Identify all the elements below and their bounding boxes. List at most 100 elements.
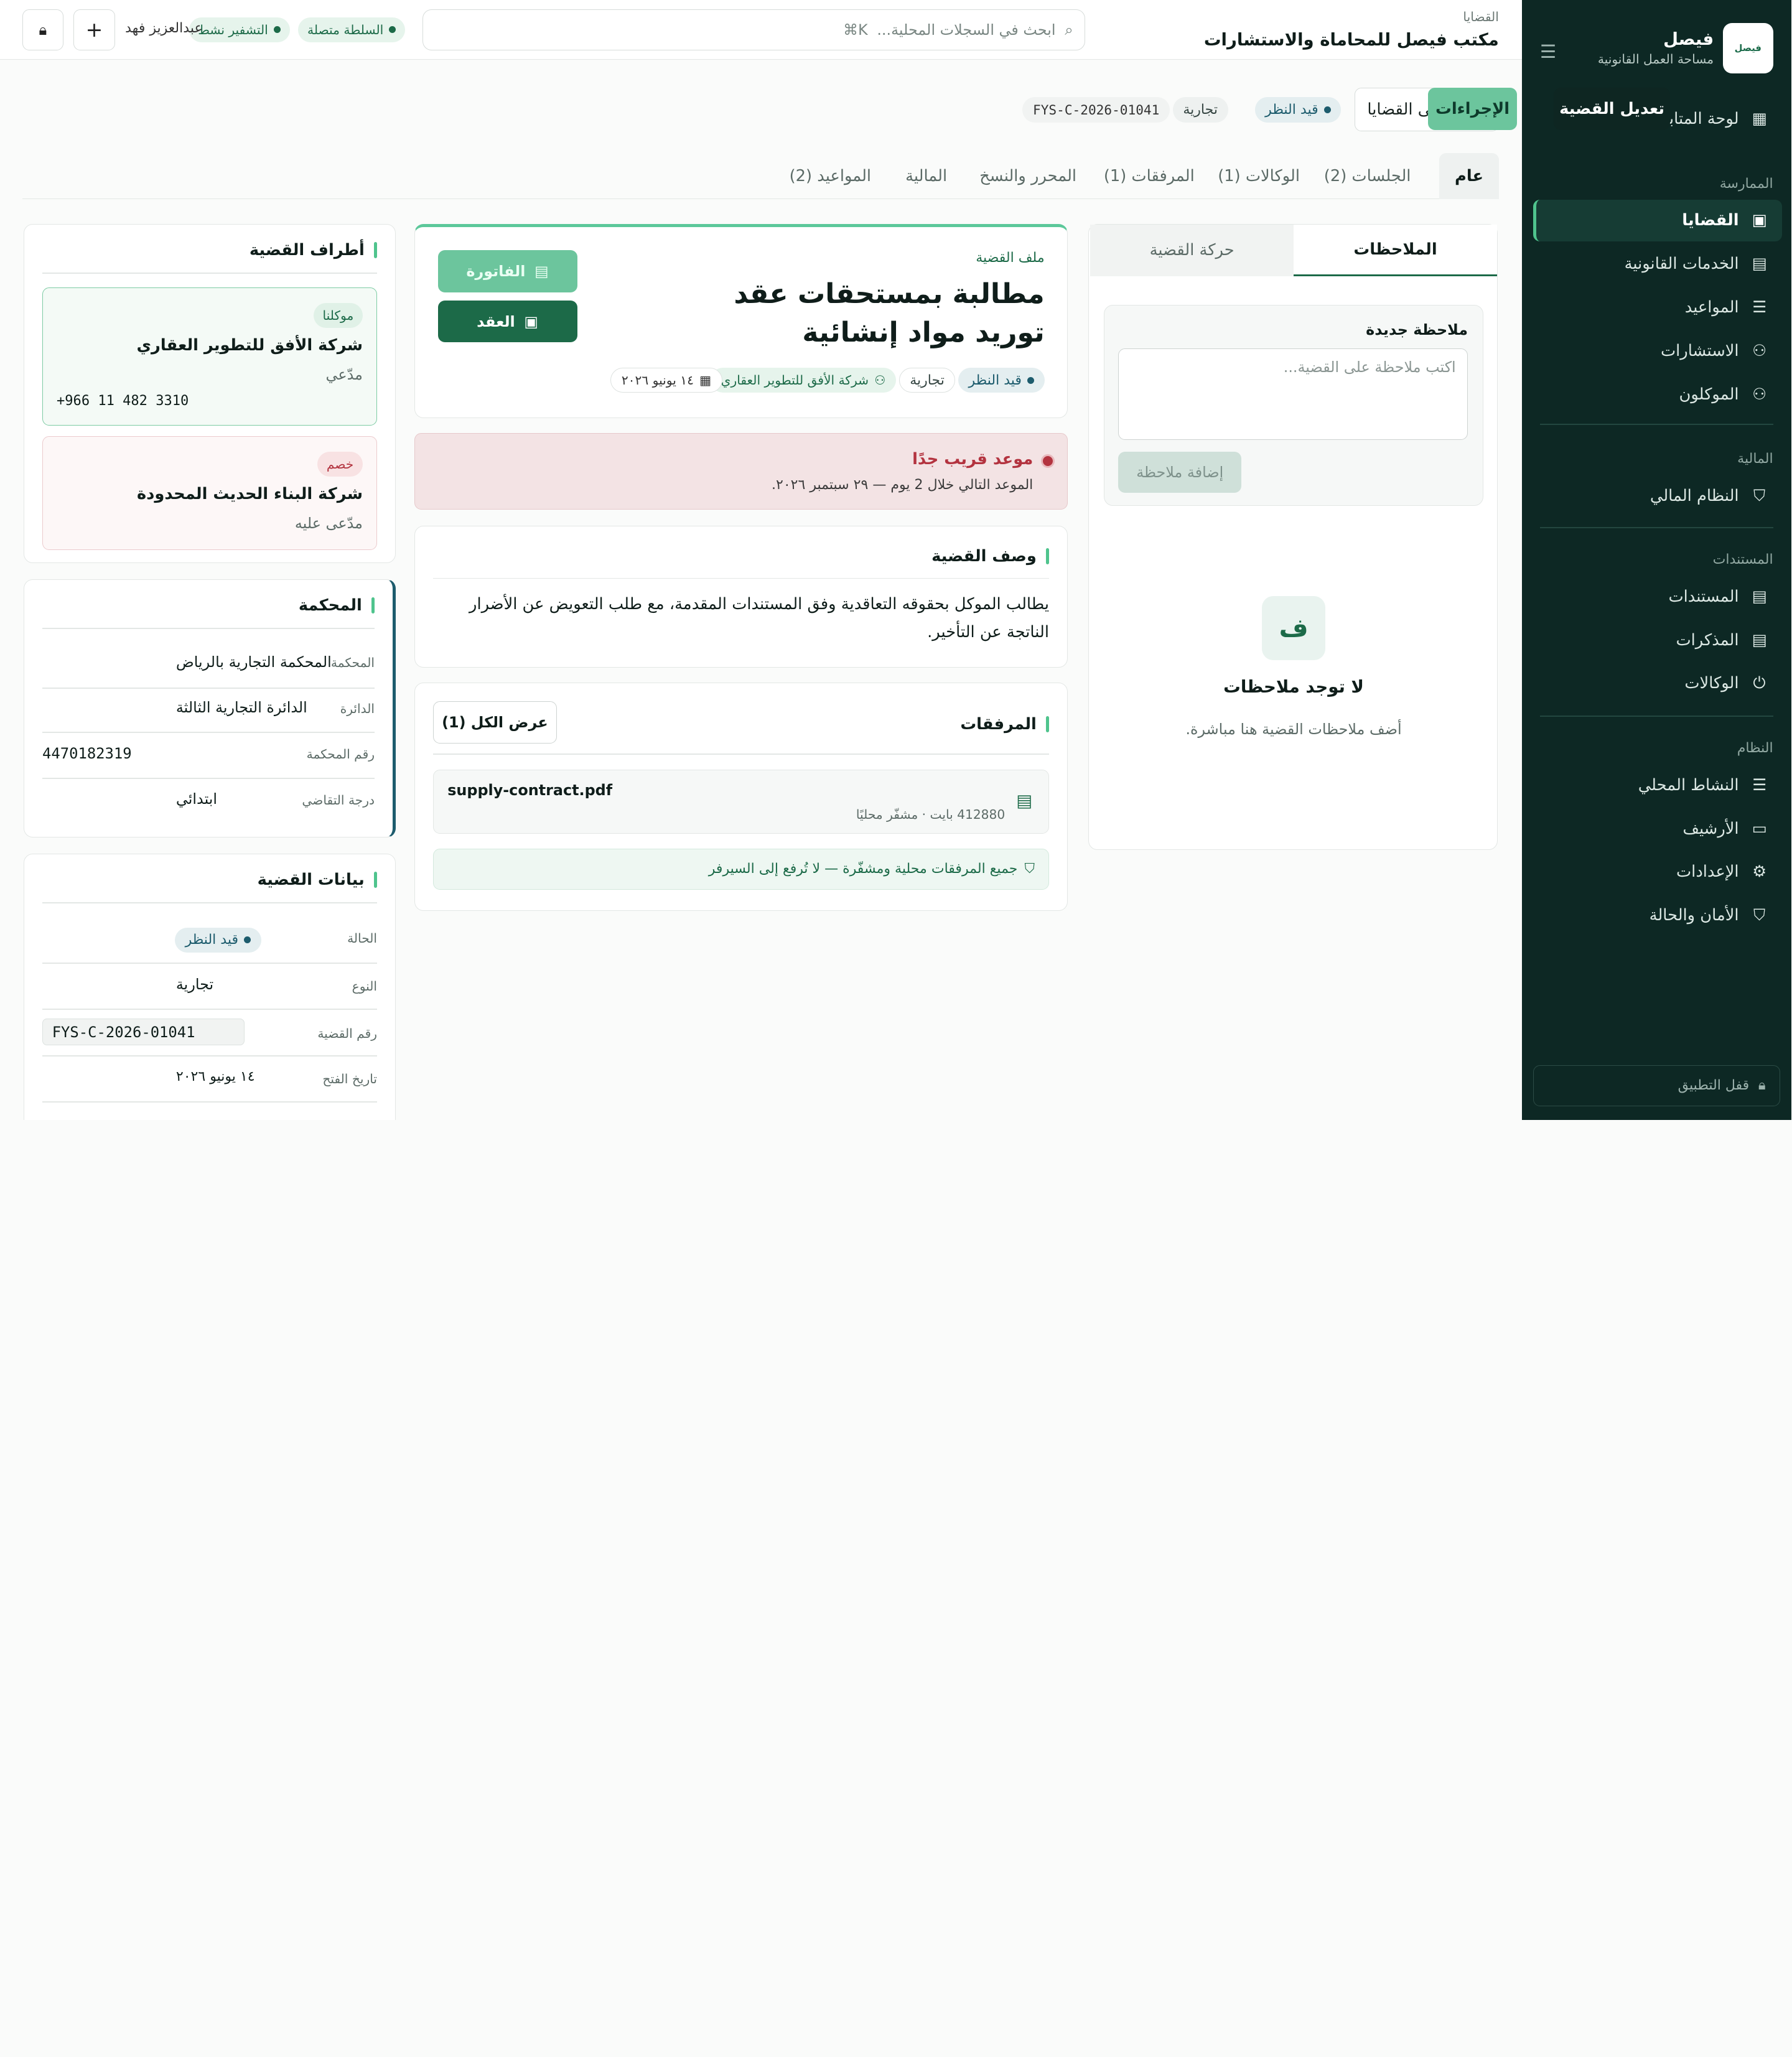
lock-app-button[interactable]: 🔒︎ قفل التطبيق <box>1533 1065 1781 1106</box>
opened-label: تاريخ الفتح <box>323 1071 378 1086</box>
party-name: شركة البناء الحديث المحدودة <box>137 484 363 503</box>
divider <box>43 1101 378 1103</box>
sidebar-item-documents[interactable]: ▤ المستندات <box>1534 576 1783 617</box>
document-icon: ▤ <box>535 262 549 280</box>
client-badge: موكلنا <box>314 302 363 329</box>
tab-general[interactable]: عام <box>1440 153 1500 199</box>
actions-button[interactable]: الإجراءات <box>1428 88 1518 131</box>
add-note-button[interactable]: إضافة ملاحظة <box>1119 451 1243 493</box>
notes-panel: الملاحظات حركة القضية ملاحظة جديدة اكتب … <box>1089 223 1498 851</box>
attachment-item[interactable]: ▤ supply-contract.pdf 412880 بايت · مشفّ… <box>434 770 1050 834</box>
divider <box>434 577 1050 579</box>
party-opponent[interactable]: خصم شركة البناء الحديث المحدودة مدّعى عل… <box>43 436 378 551</box>
court-number-label: رقم المحكمة <box>307 747 375 762</box>
sidebar-item-finance[interactable]: ⛉ النظام المالي <box>1534 475 1783 516</box>
deadline-alert: موعد قريب جدًا الموعد التالي خلال 2 يوم … <box>414 433 1069 510</box>
users-icon: ⚇ <box>1753 341 1768 360</box>
case-tabs: عام الجلسات (2) الوكالات (1) المرفقات (1… <box>22 153 1500 199</box>
case-status-label: قيد النظر <box>969 372 1022 388</box>
court-title: المحكمة <box>299 596 375 615</box>
court-number-value: 4470182319 <box>43 744 133 762</box>
sidebar-item-archive[interactable]: ▭ الأرشيف <box>1534 808 1783 849</box>
search-placeholder: ابحث في السجلات المحلية... <box>877 21 1057 39</box>
description-text: يطالب الموكل بحقوقه التعاقدية وفق المستن… <box>470 594 1050 641</box>
empty-state-subtitle: أضف ملاحظات القضية هنا مباشرة. <box>1186 721 1402 739</box>
tab-finance[interactable]: المالية <box>898 153 956 198</box>
divider <box>43 628 375 630</box>
invoice-button[interactable]: ▤ الفاتورة <box>438 250 578 292</box>
note-textarea[interactable]: اكتب ملاحظة على القضية... <box>1119 348 1469 441</box>
lock-icon: 🔒︎ <box>39 21 48 39</box>
power-icon: ⏻ <box>1753 673 1766 693</box>
view-all-attachments-button[interactable]: عرض الكل (1) <box>434 701 558 744</box>
brand-logo: فيصل <box>1723 22 1774 73</box>
sidebar-item-clients[interactable]: ⚇ الموكلون <box>1534 374 1783 415</box>
parties-title: أطراف القضية <box>250 241 378 259</box>
sidebar-item-label: الأرشيف <box>1683 819 1740 838</box>
case-title: مطالبة بمستحقات عقد توريد مواد إنشائية <box>734 278 1045 348</box>
level-value: ابتدائي <box>176 790 218 808</box>
empty-state-icon: ف <box>1262 595 1327 660</box>
sidebar-item-label: المواعيد <box>1685 298 1740 317</box>
case-kicker: ملف القضية <box>976 250 1045 266</box>
case-data-card: بيانات القضية الحالة قيد النظر النوع تجا… <box>24 854 397 1120</box>
divider <box>43 1055 378 1057</box>
opponent-badge: خصم <box>318 451 363 477</box>
topbar: القضايا مكتب فيصل للمحاماة والاستشارات ⌕… <box>0 0 1523 60</box>
alert-text: الموعد التالي خلال 2 يوم — ٢٩ سبتمبر ٢٠٢… <box>772 477 1034 493</box>
tab-attachments[interactable]: المرفقات (1) <box>1102 153 1198 198</box>
local-encryption-notice: ⛉ جميع المرفقات محلية ومشفّرة — لا تُرفع … <box>434 848 1050 890</box>
logo-text: فيصل <box>1735 42 1762 54</box>
edit-case-button[interactable]: تعديل القضية <box>1554 88 1671 131</box>
case-status-badge: قيد النظر <box>958 367 1045 393</box>
sidebar-item-consultations[interactable]: ⚇ الاستشارات <box>1534 330 1783 371</box>
sidebar-item-settings[interactable]: ⚙ الإعدادات <box>1534 851 1783 892</box>
divider <box>43 273 378 274</box>
empty-state-title: لا توجد ملاحظات <box>1224 677 1365 697</box>
sidebar-item-powers[interactable]: ⏻ الوكالات <box>1534 663 1783 704</box>
case-summary-card: ملف القضية مطالبة بمستحقات عقد توريد موا… <box>414 223 1069 419</box>
shield-icon: ⛉ <box>1753 905 1766 925</box>
breadcrumb[interactable]: القضايا <box>1463 9 1499 24</box>
tab-sessions[interactable]: الجلسات (2) <box>1317 153 1419 198</box>
contract-button[interactable]: ▣ العقد <box>438 300 578 343</box>
type-badge: تجارية <box>1173 97 1229 123</box>
tab-notes[interactable]: الملاحظات <box>1294 224 1498 276</box>
new-note-form: ملاحظة جديدة اكتب ملاحظة على القضية... إ… <box>1104 304 1484 506</box>
encryption-status-label: التشفير نشط <box>198 22 269 37</box>
sidebar-divider <box>1540 526 1774 528</box>
court-value: المحكمة التجارية بالرياض <box>176 653 332 671</box>
sidebar-item-label: الإعدادات <box>1676 862 1740 882</box>
tab-appointments[interactable]: المواعيد (2) <box>785 153 877 198</box>
menu-icon[interactable]: ☰ <box>1541 41 1557 62</box>
party-client[interactable]: موكلنا شركة الأفق للتطوير العقاري مدّعي … <box>43 287 378 426</box>
shield-icon: ⛉ <box>1025 861 1035 877</box>
sidebar-item-legal-services[interactable]: ▤ الخدمات القانونية <box>1534 243 1783 284</box>
search-input[interactable]: ⌕ ابحث في السجلات المحلية... ⌘K <box>422 9 1086 50</box>
sidebar-item-security[interactable]: ⛉ الأمان والحالة <box>1534 895 1783 936</box>
status-value: قيد النظر <box>185 932 240 948</box>
add-button[interactable]: + <box>74 9 116 50</box>
encryption-status-badge: التشفير نشط <box>189 17 291 42</box>
sidebar-item-memos[interactable]: ▤ المذكرات <box>1534 619 1783 660</box>
tab-case-movement[interactable]: حركة القضية <box>1091 224 1295 276</box>
sidebar-item-label: الوكالات <box>1685 674 1740 693</box>
tab-editor[interactable]: المحرر والنسخ <box>974 153 1083 198</box>
document-icon: ▤ <box>1752 587 1768 606</box>
sidebar-item-activity[interactable]: ☰ النشاط المحلي <box>1534 765 1783 806</box>
description-title: وصف القضية <box>932 547 1050 566</box>
opened-value: ١٤ يونيو ٢٠٢٦ <box>176 1069 256 1085</box>
sidebar-item-appointments[interactable]: ☰ المواعيد <box>1534 287 1783 328</box>
tab-powers[interactable]: الوكالات (1) <box>1214 153 1305 198</box>
client-badge[interactable]: ⚇ شركة الأفق للتطوير العقاري <box>711 367 897 393</box>
new-note-label: ملاحظة جديدة <box>1366 321 1469 339</box>
sidebar-item-cases[interactable]: ▣ القضايا <box>1533 200 1783 241</box>
lock-button[interactable]: 🔒︎ <box>22 9 64 50</box>
invoice-label: الفاتورة <box>467 262 526 280</box>
type-label: النوع <box>352 979 378 994</box>
circuit-value: الدائرة التجارية الثالثة <box>176 699 308 717</box>
sidebar-divider <box>1540 424 1774 426</box>
user-name[interactable]: عبدالعزيز فهد <box>126 21 203 36</box>
sidebar-item-label: الموكلون <box>1679 385 1740 404</box>
calendar-icon: ▦ <box>700 373 712 388</box>
